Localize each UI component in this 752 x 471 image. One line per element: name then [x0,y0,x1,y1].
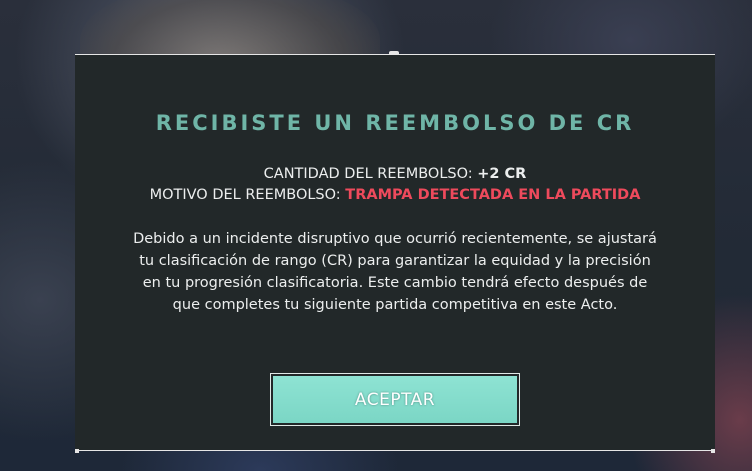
dialog-top-notch [389,51,399,55]
dialog-corner-mark [711,449,715,453]
dialog-title: RECIBISTE UN REEMBOLSO DE CR [155,111,635,135]
dialog-corner-mark [75,449,79,453]
refund-description: Debido a un incidente disruptivo que ocu… [133,231,657,313]
refund-amount-line: CANTIDAD DEL REEMBOLSO: +2 CR [75,164,715,185]
refund-info: CANTIDAD DEL REEMBOLSO: +2 CR MOTIVO DEL… [75,164,715,206]
accept-button[interactable]: ACEPTAR [270,373,520,426]
refund-amount-value: +2 CR [477,166,527,182]
refund-amount-label: CANTIDAD DEL REEMBOLSO: [263,166,478,182]
refund-reason-value: TRAMPA DETECTADA EN LA PARTIDA [345,187,641,203]
refund-dialog: RECIBISTE UN REEMBOLSO DE CR CANTIDAD DE… [75,51,715,453]
refund-reason-label: MOTIVO DEL REEMBOLSO: [149,187,346,203]
refund-reason-line: MOTIVO DEL REEMBOLSO: TRAMPA DETECTADA E… [75,185,715,206]
accept-button-label: ACEPTAR [273,376,517,423]
